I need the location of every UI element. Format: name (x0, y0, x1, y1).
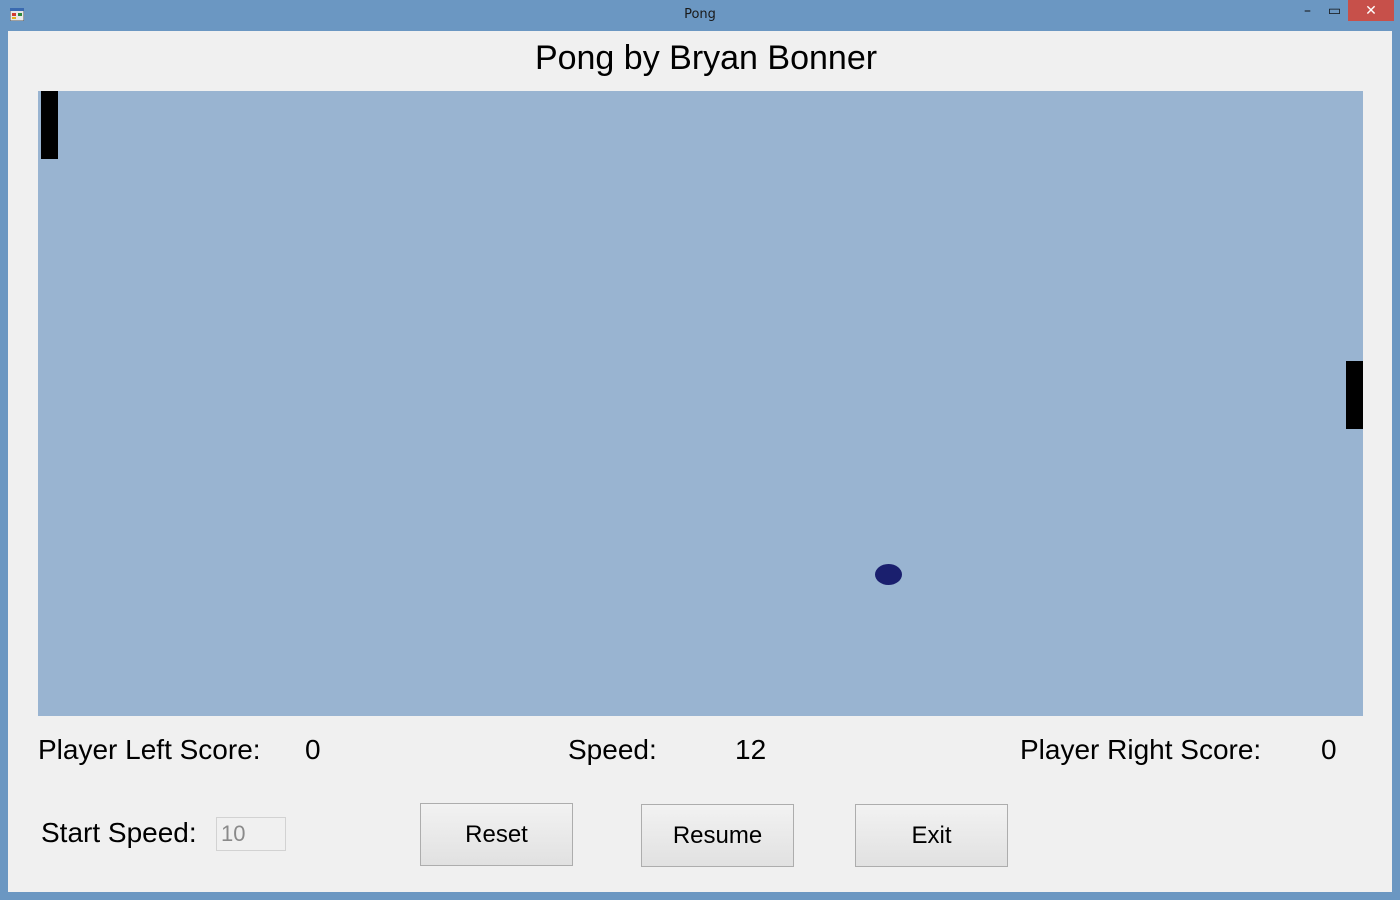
page-title: Pong by Bryan Bonner (534, 39, 878, 77)
left-score-label: Player Left Score: (38, 734, 261, 765)
client-area: Pong by Bryan Bonner Player Left Score: … (8, 31, 1392, 892)
ball (875, 564, 902, 585)
speed-value: 12 (735, 734, 767, 765)
right-score-label: Player Right Score: (1020, 734, 1262, 765)
right-score-value: 0 (1321, 734, 1337, 765)
start-speed-label: Start Speed: (41, 817, 197, 848)
right-paddle (1346, 361, 1363, 429)
maximize-icon: ▭ (1327, 2, 1342, 19)
reset-button[interactable]: Reset (420, 803, 573, 866)
speed-label: Speed: (568, 734, 657, 765)
start-speed-input[interactable] (216, 817, 286, 851)
game-court[interactable] (38, 91, 1363, 716)
pong-window: Pong – ▭ ✕ Pong by Bryan Bonner Player L… (0, 0, 1400, 900)
left-paddle (41, 91, 58, 159)
close-button[interactable]: ✕ (1348, 0, 1394, 21)
minimize-button[interactable]: – (1294, 0, 1321, 21)
window-title: Pong (684, 7, 716, 22)
maximize-button[interactable]: ▭ (1321, 0, 1348, 21)
title-bar[interactable]: Pong – ▭ ✕ (0, 0, 1400, 31)
exit-button[interactable]: Exit (855, 804, 1008, 867)
left-score-value: 0 (305, 734, 321, 765)
close-icon: ✕ (1365, 2, 1377, 19)
minimize-icon: – (1304, 2, 1311, 19)
resume-button[interactable]: Resume (641, 804, 794, 867)
